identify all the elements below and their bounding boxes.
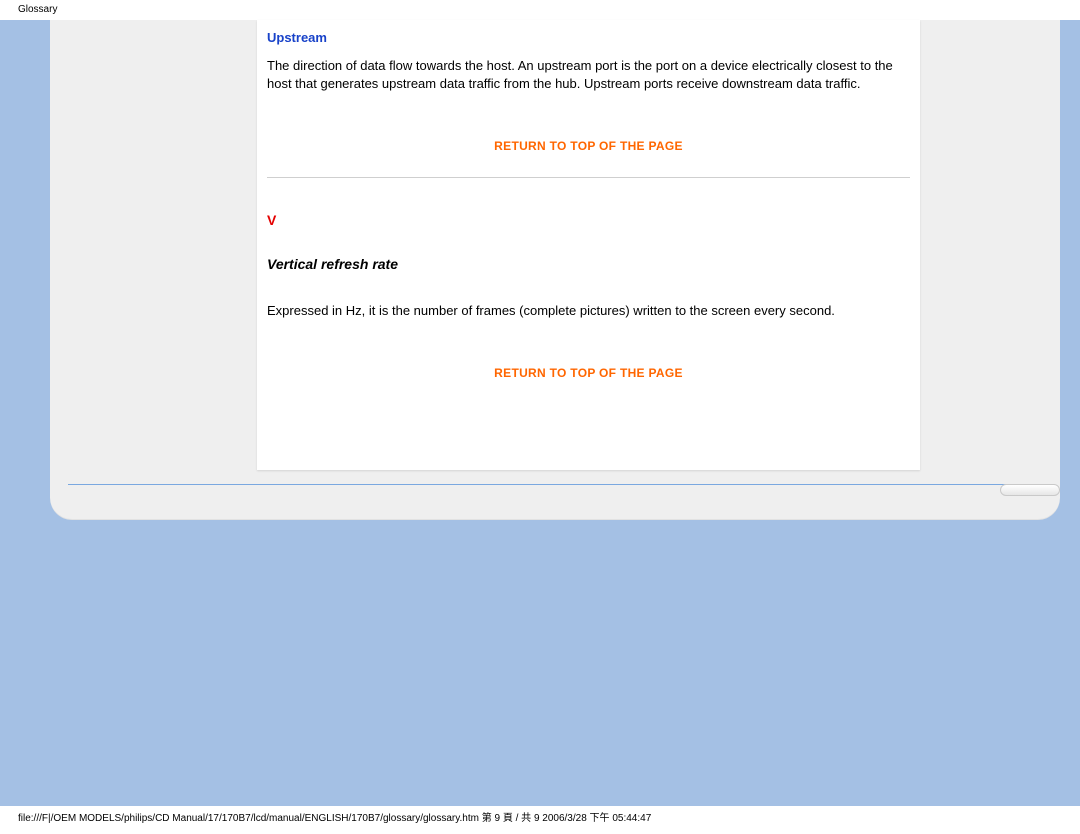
- main-panel: Upstream The direction of data flow towa…: [50, 20, 1060, 520]
- return-to-top-link[interactable]: RETURN TO TOP OF THE PAGE: [267, 139, 910, 153]
- panel-bottom-rule: [68, 484, 1044, 485]
- footer-file-path: file:///F|/OEM MODELS/philips/CD Manual/…: [18, 809, 651, 824]
- page-background: Upstream The direction of data flow towa…: [0, 20, 1080, 806]
- horizontal-scrollbar-thumb[interactable]: [1000, 484, 1060, 496]
- term-upstream-title[interactable]: Upstream: [267, 30, 910, 45]
- term-vertical-refresh-title: Vertical refresh rate: [267, 256, 910, 272]
- section-letter-v: V: [267, 212, 910, 228]
- term-upstream-body: The direction of data flow towards the h…: [267, 57, 910, 93]
- glossary-card: Upstream The direction of data flow towa…: [257, 20, 920, 470]
- return-to-top-link[interactable]: RETURN TO TOP OF THE PAGE: [267, 366, 910, 380]
- section-divider: [267, 177, 910, 178]
- glossary-content: Upstream The direction of data flow towa…: [257, 20, 920, 380]
- page-header-label: Glossary: [18, 4, 57, 15]
- term-vertical-refresh-body: Expressed in Hz, it is the number of fra…: [267, 302, 910, 320]
